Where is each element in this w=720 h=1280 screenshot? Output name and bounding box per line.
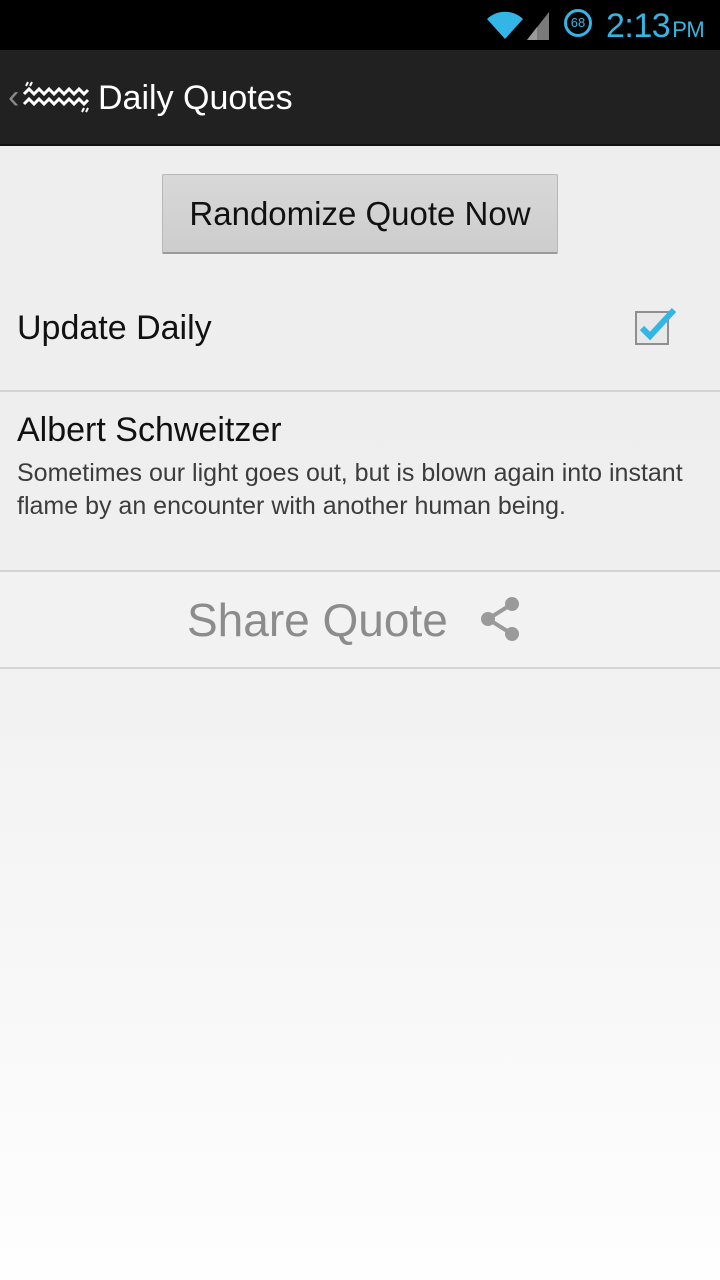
wifi-icon [487, 11, 523, 39]
clock: 2:13PM [606, 6, 705, 46]
up-caret-icon[interactable]: ‹ [8, 80, 20, 114]
quote-text: Sometimes our light goes out, but is blo… [17, 459, 683, 520]
divider [0, 390, 720, 392]
share-quote-label: Share Quote [187, 594, 448, 646]
divider [0, 667, 720, 669]
clock-time: 2:13 [606, 7, 671, 45]
status-bar: 68 2:13PM [0, 0, 720, 50]
battery-icon: 68 [564, 9, 592, 37]
update-daily-row[interactable]: Update Daily [0, 280, 720, 390]
randomize-quote-button[interactable]: Randomize Quote Now [162, 174, 558, 254]
battery-level: 68 [570, 15, 586, 30]
share-quote-button[interactable]: Share Quote [0, 572, 720, 667]
share-icon [481, 597, 519, 641]
cell-signal-icon [527, 12, 549, 40]
action-bar-title: Daily Quotes [98, 79, 293, 117]
clock-ampm: PM [672, 17, 705, 42]
action-bar: ‹ Daily Quotes [0, 50, 720, 146]
update-daily-label: Update Daily [17, 309, 212, 347]
update-daily-checkbox[interactable] [634, 306, 678, 346]
quote-author: Albert Schweitzer [17, 411, 282, 449]
app-logo-icon[interactable] [22, 80, 90, 114]
